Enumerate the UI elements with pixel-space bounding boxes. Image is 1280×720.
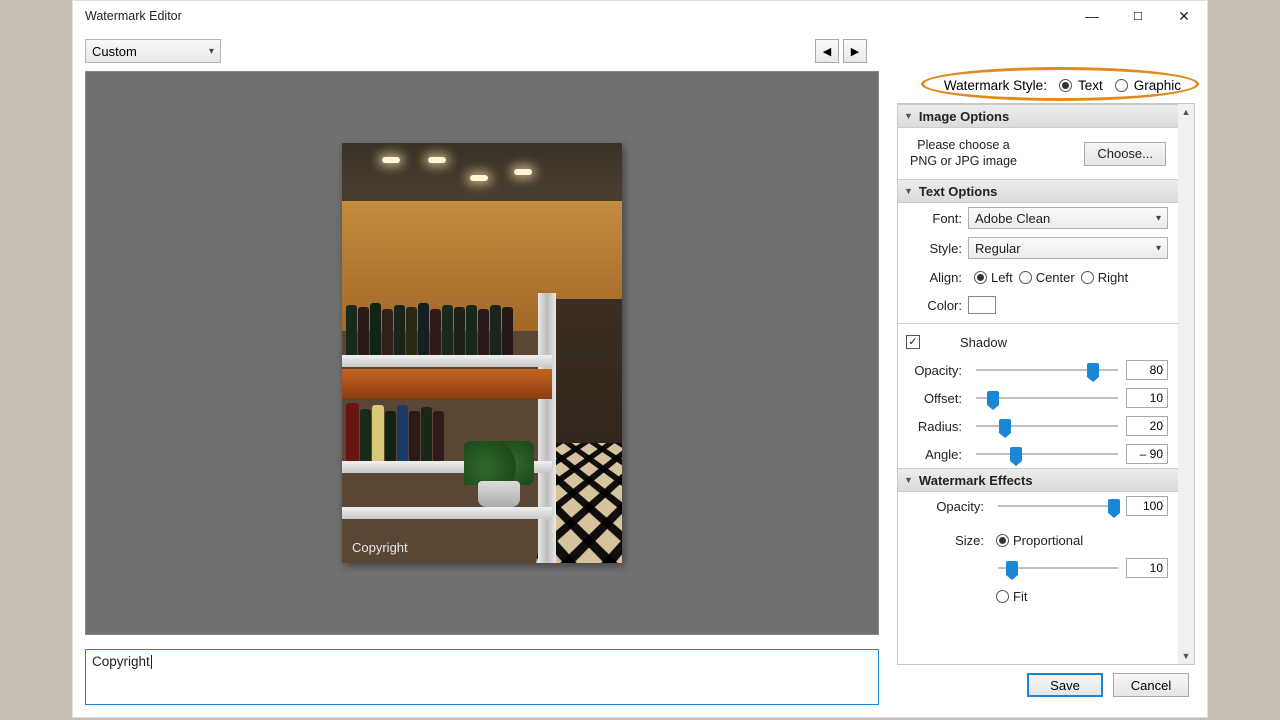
left-column: Copyright Copyright [85, 71, 879, 705]
color-label: Color: [898, 298, 968, 313]
align-center-radio[interactable] [1019, 271, 1032, 284]
preview-nav: ◀ ▶ [815, 39, 867, 63]
chevron-down-icon: ▾ [1156, 213, 1161, 224]
size-label: Size: [898, 533, 990, 548]
text-options-header[interactable]: ▼ Text Options [898, 179, 1178, 203]
right-column: Watermark Style: Text Graphic ▲ ▼ ▼ [897, 71, 1195, 705]
next-image-button[interactable]: ▶ [843, 39, 867, 63]
shadow-opacity-label: Opacity: [898, 363, 968, 378]
scroll-up-icon[interactable]: ▲ [1178, 104, 1194, 120]
align-label: Align: [898, 270, 968, 285]
image-hint: Please choose a PNG or JPG image [910, 138, 1017, 169]
panel-body: ▼ Image Options Please choose a PNG or J… [898, 104, 1178, 664]
main-row: Copyright Copyright Watermark Style: Tex… [85, 71, 1195, 705]
image-options-title: Image Options [919, 109, 1009, 124]
options-panel: ▲ ▼ ▼ Image Options Please choose a PN [897, 103, 1195, 665]
color-swatch[interactable] [968, 296, 996, 314]
watermark-effects-header[interactable]: ▼ Watermark Effects [898, 468, 1178, 492]
scrollbar[interactable]: ▲ ▼ [1178, 104, 1194, 664]
font-style-select[interactable]: Regular▾ [968, 237, 1168, 259]
style-text-radio[interactable] [1059, 79, 1072, 92]
shadow-radius-slider[interactable] [976, 417, 1118, 435]
top-row: Custom ▾ ◀ ▶ [85, 39, 1195, 63]
dialog-footer: Save Cancel [897, 665, 1195, 705]
size-slider[interactable] [998, 559, 1118, 577]
watermark-effects-title: Watermark Effects [919, 473, 1033, 488]
shadow-angle-slider[interactable] [976, 445, 1118, 463]
font-select[interactable]: Adobe Clean▾ [968, 207, 1168, 229]
choose-image-button[interactable]: Choose... [1084, 142, 1166, 166]
chevron-down-icon: ▾ [209, 46, 214, 57]
chevron-down-icon: ▾ [1156, 243, 1161, 254]
image-choose-row: Please choose a PNG or JPG image Choose.… [898, 128, 1178, 179]
prev-image-button[interactable]: ◀ [815, 39, 839, 63]
style-label: Style: [898, 241, 968, 256]
shadow-checkbox[interactable]: ✓ [906, 335, 920, 349]
preset-dropdown[interactable]: Custom ▾ [85, 39, 221, 63]
shadow-offset-input[interactable] [1126, 388, 1168, 408]
watermark-overlay-text: Copyright [352, 540, 408, 555]
size-fit-radio[interactable] [996, 590, 1009, 603]
align-right-radio[interactable] [1081, 271, 1094, 284]
shadow-offset-label: Offset: [898, 391, 968, 406]
shadow-radius-label: Radius: [898, 419, 968, 434]
size-input[interactable] [1126, 558, 1168, 578]
shadow-opacity-input[interactable] [1126, 360, 1168, 380]
wm-opacity-label: Opacity: [898, 499, 990, 514]
text-options-title: Text Options [919, 184, 997, 199]
preset-value: Custom [92, 44, 137, 59]
size-proportional-radio[interactable] [996, 534, 1009, 547]
preview-image: Copyright [342, 143, 622, 563]
align-left-radio[interactable] [974, 271, 987, 284]
shadow-offset-slider[interactable] [976, 389, 1118, 407]
collapse-icon: ▼ [904, 111, 913, 121]
window-title: Watermark Editor [85, 9, 182, 23]
save-button[interactable]: Save [1027, 673, 1103, 697]
shadow-opacity-slider[interactable] [976, 361, 1118, 379]
shadow-label: Shadow [960, 335, 1007, 350]
window-controls: — ☐ ✕ [1069, 1, 1207, 31]
watermark-style-label: Watermark Style: [944, 78, 1047, 93]
style-text-label: Text [1078, 78, 1103, 93]
font-label: Font: [898, 211, 968, 226]
collapse-icon: ▼ [904, 186, 913, 196]
maximize-button[interactable]: ☐ [1115, 1, 1161, 31]
minimize-button[interactable]: — [1069, 1, 1115, 31]
style-graphic-radio[interactable] [1115, 79, 1128, 92]
style-graphic-label: Graphic [1134, 78, 1181, 93]
wm-opacity-slider[interactable] [998, 497, 1118, 515]
cancel-button[interactable]: Cancel [1113, 673, 1189, 697]
watermark-text-value: Copyright [92, 654, 150, 669]
image-options-header[interactable]: ▼ Image Options [898, 104, 1178, 128]
watermark-style-row: Watermark Style: Text Graphic [897, 71, 1195, 99]
wm-opacity-input[interactable] [1126, 496, 1168, 516]
close-button[interactable]: ✕ [1161, 1, 1207, 31]
preview-area: Copyright [85, 71, 879, 635]
titlebar: Watermark Editor — ☐ ✕ [73, 1, 1207, 31]
shadow-radius-input[interactable] [1126, 416, 1168, 436]
watermark-text-input[interactable]: Copyright [85, 649, 879, 705]
collapse-icon: ▼ [904, 475, 913, 485]
shadow-angle-label: Angle: [898, 447, 968, 462]
scroll-down-icon[interactable]: ▼ [1178, 648, 1194, 664]
watermark-editor-window: Watermark Editor — ☐ ✕ Custom ▾ ◀ ▶ [72, 0, 1208, 718]
shadow-angle-input[interactable] [1126, 444, 1168, 464]
content: Custom ▾ ◀ ▶ [73, 31, 1207, 717]
